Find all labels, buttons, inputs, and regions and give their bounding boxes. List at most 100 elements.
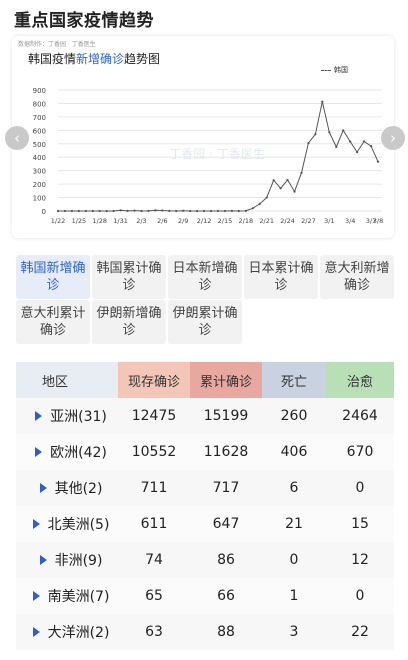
data-point — [112, 209, 115, 213]
data-point — [189, 209, 192, 213]
region-name: 北美洲(5) — [47, 517, 110, 533]
next-chart-button[interactable]: › — [381, 126, 405, 150]
current-cell: 63 — [145, 624, 163, 640]
data-point — [168, 209, 171, 212]
data-point — [91, 209, 94, 213]
region-cell[interactable]: 欧洲(42) — [16, 434, 118, 470]
data-point — [237, 209, 240, 213]
region-name: 大洋洲(2) — [47, 625, 110, 641]
tab-korea-new[interactable]: 韩国新增确诊 — [16, 255, 90, 299]
data-point — [196, 209, 199, 213]
deaths-cell: 6 — [289, 480, 299, 496]
cured-cell: 0 — [355, 588, 365, 604]
total-cell: 717 — [212, 480, 240, 496]
x-tick-label: 2/21 — [259, 217, 274, 225]
x-tick-label: 2/3 — [136, 217, 146, 225]
chart-card: 丁香园 · 丁香医生 0 100 200 300 400 500 600 700 800 900 1/… — [12, 36, 394, 238]
region-cell[interactable]: 北美洲(5) — [16, 506, 118, 542]
x-tick-label: 3/1 — [324, 217, 334, 225]
deaths-cell: 21 — [285, 516, 303, 532]
data-point — [314, 133, 317, 136]
expand-triangle-icon — [32, 627, 40, 637]
total-cell: 66 — [217, 588, 235, 604]
data-point — [161, 209, 164, 212]
data-point — [335, 145, 338, 149]
table-row[interactable]: 欧洲(42) 10552 11628 406 670 — [16, 434, 394, 470]
data-point — [230, 209, 234, 212]
data-point — [300, 171, 303, 174]
region-cell[interactable]: 非洲(9) — [16, 542, 118, 578]
chart-source: 数据制作：丁香园 · 丁香医生 — [18, 41, 96, 48]
table-row[interactable]: 非洲(9) 74 86 0 12 — [16, 542, 394, 578]
current-cell: 65 — [145, 588, 163, 604]
data-point — [209, 209, 213, 213]
y-tick-label: 800 — [33, 100, 46, 108]
chart-watermark: 丁香园 · 丁香医生 — [169, 147, 264, 161]
data-point — [202, 209, 206, 213]
data-point — [98, 209, 101, 213]
data-point — [307, 142, 310, 145]
cured-cell: 22 — [351, 624, 369, 640]
data-point — [362, 140, 366, 143]
y-tick-label: 100 — [33, 195, 46, 203]
current-cell: 74 — [145, 552, 163, 568]
tab-japan-total[interactable]: 日本累计确诊 — [244, 255, 318, 299]
cured-cell: 670 — [346, 444, 374, 460]
data-point — [216, 209, 220, 213]
expand-triangle-icon — [32, 591, 40, 601]
region-cell[interactable]: 南美洲(7) — [16, 578, 118, 614]
cured-cell: 0 — [355, 480, 365, 496]
x-tick-label: 3/4 — [345, 217, 355, 225]
region-cell[interactable]: 亚洲(31) — [16, 398, 118, 434]
y-tick-label: 600 — [33, 127, 46, 135]
data-point — [279, 187, 282, 190]
tab-italy-new[interactable]: 意大利新增确诊 — [320, 255, 394, 299]
tab-korea-total[interactable]: 韩国累计确诊 — [92, 255, 166, 299]
current-cell: 711 — [140, 480, 168, 496]
region-name: 其他(2) — [54, 481, 103, 497]
chart-tabs: 韩国新增确诊 韩国累计确诊 日本新增确诊 日本累计确诊 意大利新增确诊 意大利累… — [16, 255, 394, 344]
expand-triangle-icon — [35, 411, 43, 421]
tab-italy-total[interactable]: 意大利累计确诊 — [16, 300, 90, 344]
table-row[interactable]: 亚洲(31) 12475 15199 260 2464 — [16, 398, 394, 434]
deaths-cell: 3 — [289, 624, 299, 640]
deaths-cell: 1 — [289, 588, 299, 604]
header-total[interactable]: 累计确诊 — [190, 362, 262, 398]
tab-iran-new[interactable]: 伊朗新增确诊 — [92, 300, 166, 344]
total-cell: 647 — [212, 516, 240, 532]
expand-triangle-icon — [39, 483, 47, 493]
cured-cell: 2464 — [342, 408, 378, 424]
data-point — [258, 202, 261, 205]
header-current[interactable]: 现存确诊 — [118, 362, 190, 398]
chart-legend: 韩国 — [321, 65, 348, 75]
table-row[interactable]: 大洋洲(2) 63 88 3 22 — [16, 614, 394, 650]
table-row[interactable]: 其他(2) 711 717 6 0 — [16, 470, 394, 506]
region-name: 非洲(9) — [54, 553, 103, 569]
y-tick-label: 400 — [33, 154, 46, 162]
data-point — [286, 178, 289, 182]
data-point — [223, 209, 227, 213]
region-cell[interactable]: 大洋洲(2) — [16, 614, 118, 650]
header-deaths[interactable]: 死亡 — [262, 362, 326, 398]
tab-japan-new[interactable]: 日本新增确诊 — [168, 255, 242, 299]
legend-swatch — [321, 69, 331, 71]
tab-iran-total[interactable]: 伊朗累计确诊 — [168, 300, 242, 344]
prev-chart-button[interactable]: ‹ — [5, 126, 29, 150]
x-tick-label: 1/31 — [113, 217, 128, 225]
region-name: 南美洲(7) — [47, 589, 110, 605]
total-cell: 11628 — [203, 444, 249, 460]
region-table: 地区 现存确诊 累计确诊 死亡 治愈 亚洲(31) 12475 15199 26… — [16, 362, 394, 650]
data-point — [56, 209, 60, 213]
chevron-right-icon: › — [390, 129, 396, 147]
header-cured[interactable]: 治愈 — [326, 362, 394, 398]
region-name: 亚洲(31) — [50, 409, 107, 425]
table-row[interactable]: 北美洲(5) 611 647 21 15 — [16, 506, 394, 542]
x-tick-label: 2/9 — [178, 217, 188, 225]
data-point — [133, 209, 136, 212]
total-cell: 88 — [217, 624, 235, 640]
data-point — [147, 209, 150, 212]
region-cell[interactable]: 其他(2) — [16, 470, 118, 506]
y-tick-label: 500 — [33, 141, 46, 149]
deaths-cell: 406 — [280, 444, 308, 460]
table-row[interactable]: 南美洲(7) 65 66 1 0 — [16, 578, 394, 614]
